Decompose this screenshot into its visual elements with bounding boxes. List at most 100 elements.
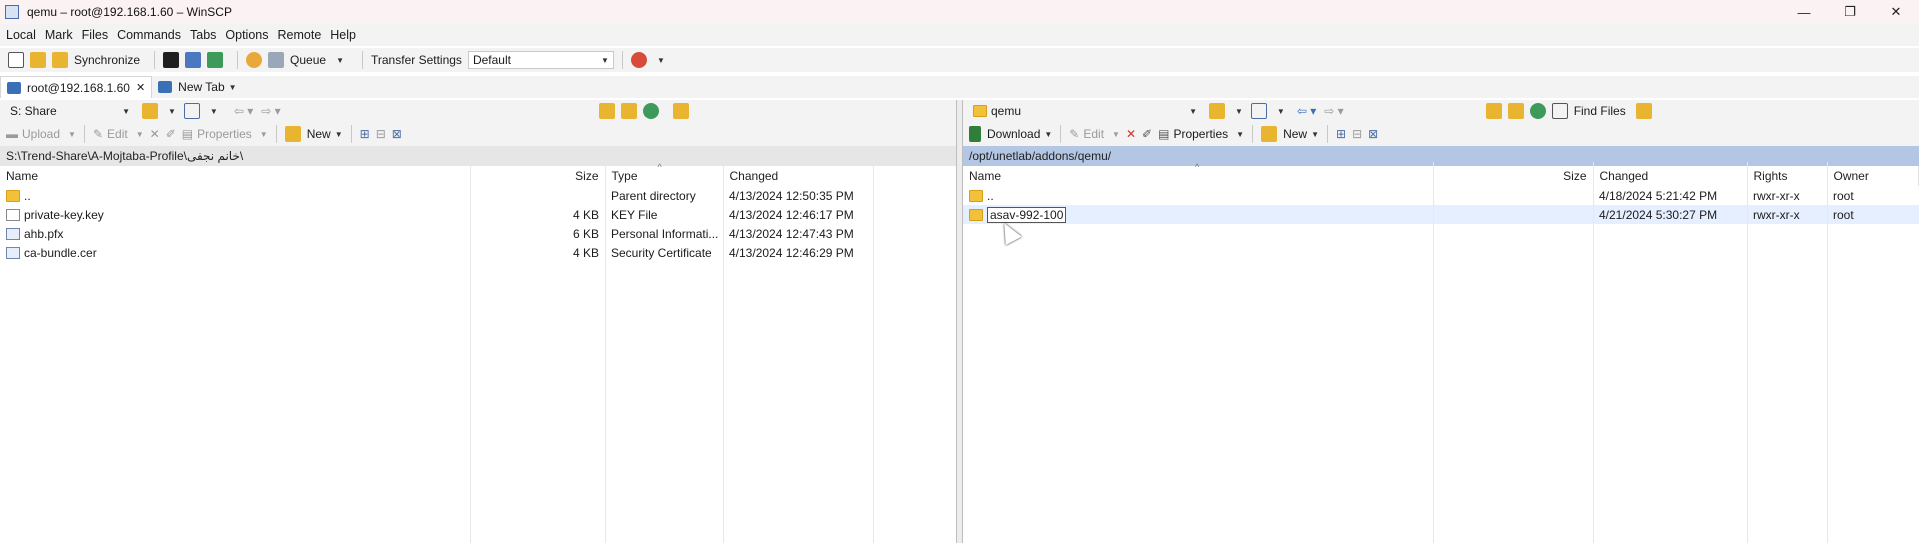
find-files-button[interactable]: Find Files xyxy=(1574,104,1626,118)
column-type[interactable]: Type ^ xyxy=(605,162,724,186)
select-filter-icon[interactable]: ⊠ xyxy=(1368,127,1378,141)
rename-icon[interactable]: ✐ xyxy=(166,127,176,141)
column-name[interactable]: Name ^ xyxy=(963,162,1434,186)
select-minus-icon[interactable]: ⊟ xyxy=(1352,127,1362,141)
sync-remote-icon[interactable] xyxy=(630,52,647,68)
select-plus-icon[interactable]: ⊞ xyxy=(1336,127,1346,141)
root-directory-icon[interactable] xyxy=(598,103,615,119)
chevron-down-icon[interactable]: ▼ xyxy=(1044,130,1052,139)
console-icon[interactable] xyxy=(163,52,180,68)
column-name[interactable]: Name xyxy=(0,166,471,186)
new-button[interactable]: New xyxy=(307,127,331,141)
chevron-down-icon[interactable]: ▼ xyxy=(1112,130,1120,139)
parent-directory-icon[interactable] xyxy=(577,103,593,119)
filter-icon[interactable] xyxy=(1250,103,1267,119)
tab-session-root[interactable]: root@192.168.1.60 ✕ xyxy=(0,76,153,98)
menu-help[interactable]: Help xyxy=(330,28,356,42)
chevron-down-icon[interactable]: ▼ xyxy=(1236,130,1244,139)
chevron-down-icon[interactable]: ▼ xyxy=(260,130,268,139)
column-rights[interactable]: Rights xyxy=(1747,166,1828,186)
close-tab-icon[interactable]: ✕ xyxy=(136,81,145,94)
refresh-icon[interactable] xyxy=(642,103,659,119)
select-minus-icon[interactable]: ⊟ xyxy=(376,127,386,141)
column-size[interactable]: Size xyxy=(1433,166,1594,186)
menu-options[interactable]: Options xyxy=(225,28,268,42)
menu-files[interactable]: Files xyxy=(82,28,108,42)
forward-arrow-icon[interactable]: ⇨ ▾ xyxy=(261,104,280,118)
file-name: private-key.key xyxy=(24,207,104,222)
properties-button[interactable]: Properties xyxy=(197,127,252,141)
menu-local[interactable]: Local xyxy=(6,28,36,42)
root-directory-icon[interactable] xyxy=(1485,103,1502,119)
properties-button[interactable]: Properties xyxy=(1173,127,1228,141)
maximize-button[interactable]: ❐ xyxy=(1827,0,1873,24)
rename-field[interactable]: asav-992-100 xyxy=(987,206,1067,223)
parent-directory-icon[interactable] xyxy=(1464,103,1480,119)
open-folder-icon[interactable] xyxy=(1209,103,1225,119)
synchronize-browsing-icon[interactable] xyxy=(30,52,46,68)
column-changed[interactable]: Changed xyxy=(1593,166,1748,186)
chevron-down-icon[interactable]: ▼ xyxy=(1235,107,1243,116)
edit-button[interactable]: Edit xyxy=(107,127,128,141)
tab-new[interactable]: New Tab ▼ xyxy=(152,76,242,98)
delete-icon[interactable]: ✕ xyxy=(1126,127,1136,141)
tree-icon[interactable] xyxy=(1635,103,1652,119)
menu-mark[interactable]: Mark xyxy=(45,28,73,42)
pane-splitter[interactable] xyxy=(956,100,963,543)
close-button[interactable]: ✕ xyxy=(1873,0,1919,24)
upload-button[interactable]: Upload xyxy=(22,127,60,141)
refresh-icon[interactable] xyxy=(207,52,224,68)
synchronize-button[interactable]: Synchronize xyxy=(74,53,140,67)
main-toolbar: Synchronize Queue ▼ Transfer Settings De… xyxy=(0,48,1919,72)
open-folder-icon[interactable] xyxy=(142,103,158,119)
remote-folder-selector[interactable]: qemu ▼ xyxy=(969,102,1201,120)
table-row[interactable]: ca-bundle.cer 4 KB Security Certificate … xyxy=(0,243,958,262)
local-path-bar[interactable]: S:\Trend-Share\A-Mojtaba-Profile\خانم نج… xyxy=(0,146,958,166)
menu-tabs[interactable]: Tabs xyxy=(190,28,216,42)
chevron-down-icon[interactable]: ▼ xyxy=(229,83,237,92)
column-owner[interactable]: Owner xyxy=(1827,166,1919,186)
table-row[interactable]: asav-992-100 4/21/2024 5:30:27 PM rwxr-x… xyxy=(963,205,1919,224)
compare-directories-icon[interactable] xyxy=(8,52,24,68)
back-arrow-icon[interactable]: ⇦ ▾ xyxy=(234,104,253,118)
chevron-down-icon[interactable]: ▼ xyxy=(210,107,218,116)
table-row[interactable]: ahb.pfx 6 KB Personal Informati... 4/13/… xyxy=(0,224,958,243)
transfer-settings-dropdown[interactable]: Default ▼ xyxy=(467,51,614,69)
putty-icon[interactable] xyxy=(185,52,202,68)
table-row[interactable]: private-key.key 4 KB KEY File 4/13/2024 … xyxy=(0,205,958,224)
column-size[interactable]: Size xyxy=(470,166,606,186)
filter-icon[interactable] xyxy=(183,103,200,119)
menu-commands[interactable]: Commands xyxy=(117,28,181,42)
table-row[interactable]: .. 4/18/2024 5:21:42 PM rwxr-xr-x root xyxy=(963,186,1919,205)
forward-arrow-icon[interactable]: ⇨ ▾ xyxy=(1324,104,1343,118)
select-filter-icon[interactable]: ⊠ xyxy=(392,127,402,141)
delete-icon[interactable]: ✕ xyxy=(150,127,160,141)
chevron-down-icon[interactable]: ▼ xyxy=(336,56,344,65)
remote-path-bar[interactable]: /opt/unetlab/addons/qemu/ xyxy=(963,146,1919,166)
refresh-icon[interactable] xyxy=(1529,103,1546,119)
chevron-down-icon[interactable]: ▼ xyxy=(136,130,144,139)
minimize-button[interactable]: — xyxy=(1781,0,1827,24)
tree-icon[interactable] xyxy=(672,103,689,119)
download-button[interactable]: Download xyxy=(987,127,1040,141)
back-arrow-icon[interactable]: ⇦ ▾ xyxy=(1297,104,1316,118)
chevron-down-icon[interactable]: ▼ xyxy=(335,130,343,139)
chevron-down-icon[interactable]: ▼ xyxy=(657,56,665,65)
new-button[interactable]: New xyxy=(1283,127,1307,141)
home-icon[interactable] xyxy=(620,103,637,119)
queue-button[interactable]: Queue xyxy=(290,53,326,67)
gear-icon[interactable] xyxy=(246,52,263,68)
chevron-down-icon[interactable]: ▼ xyxy=(1311,130,1319,139)
menu-remote[interactable]: Remote xyxy=(278,28,322,42)
column-changed[interactable]: Changed xyxy=(723,166,874,186)
select-plus-icon[interactable]: ⊞ xyxy=(360,127,370,141)
chevron-down-icon[interactable]: ▼ xyxy=(1277,107,1285,116)
new-folder-icon xyxy=(284,126,301,142)
home-icon[interactable] xyxy=(1507,103,1524,119)
chevron-down-icon[interactable]: ▼ xyxy=(68,130,76,139)
table-row[interactable]: .. Parent directory 4/13/2024 12:50:35 P… xyxy=(0,186,958,205)
drive-selector[interactable]: S: Share ▼ xyxy=(6,102,134,120)
edit-button[interactable]: Edit xyxy=(1083,127,1104,141)
rename-icon[interactable]: ✐ xyxy=(1142,127,1152,141)
chevron-down-icon[interactable]: ▼ xyxy=(168,107,176,116)
